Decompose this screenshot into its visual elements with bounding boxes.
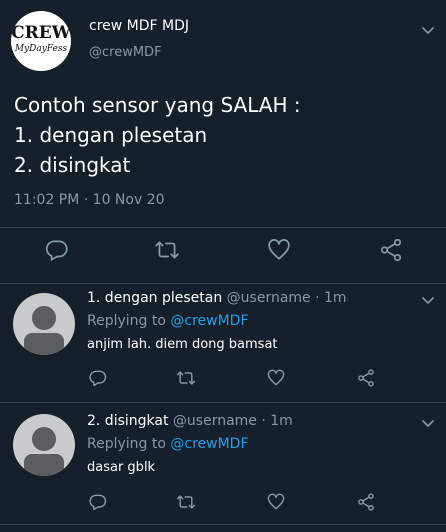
chevron-down-icon[interactable] [420,292,436,308]
replying-to-mention[interactable]: @crewMDF [170,436,248,452]
replying-to-mention[interactable]: @crewMDF [170,313,248,329]
replying-to-label: Replying to [87,313,166,329]
avatar[interactable]: CREW MyDayFess [11,11,71,71]
avatar-head-shape [32,306,56,330]
replying-to: Replying to @crewMDF [87,313,249,329]
share-icon[interactable] [356,492,376,512]
retweet-icon[interactable] [154,237,180,263]
reply-author-line: 2. disingkat @username · 1m [87,413,293,429]
avatar-body-shape [24,333,64,355]
reply-author-line: 1. dengan plesetan @username · 1m [87,290,347,306]
divider [0,524,446,525]
divider [0,283,446,284]
logo-text: CREW [11,23,71,43]
chevron-down-icon[interactable] [420,22,436,38]
reply-text: anjim lah. diem dong bamsat [87,337,278,352]
reply-icon[interactable] [44,237,70,263]
reply-time[interactable]: · 1m [261,413,292,429]
reply-author-name[interactable]: 2. disingkat [87,413,168,429]
divider [0,402,446,403]
replying-to-label: Replying to [87,436,166,452]
share-icon[interactable] [378,237,404,263]
chevron-down-icon[interactable] [420,415,436,431]
reply-icon[interactable] [88,492,108,512]
divider [0,227,446,228]
like-icon[interactable] [266,492,286,512]
avatar[interactable] [13,414,75,476]
reply-author-handle[interactable]: @username [227,290,311,306]
logo-subtext: MyDayFess [14,44,68,54]
author-handle[interactable]: @crewMDF [89,45,162,60]
reply-text: dasar gblk [87,460,156,475]
reply-time[interactable]: · 1m [315,290,346,306]
tweet-timestamp[interactable]: 11:02 PM · 10 Nov 20 [14,192,165,208]
avatar[interactable] [13,293,75,355]
avatar-head-shape [32,427,56,451]
reply-icon[interactable] [88,368,108,388]
retweet-icon[interactable] [176,492,196,512]
retweet-icon[interactable] [176,368,196,388]
share-icon[interactable] [356,368,376,388]
author-name[interactable]: crew MDF MDJ [89,18,189,34]
reply-author-name[interactable]: 1. dengan plesetan [87,290,222,306]
avatar-body-shape [24,454,64,476]
like-icon[interactable] [266,368,286,388]
reply-author-handle[interactable]: @username [173,413,257,429]
main-tweet: CREW MyDayFess crew MDF MDJ @crewMDF Con… [0,0,446,283]
replying-to: Replying to @crewMDF [87,436,249,452]
tweet-text: Contoh sensor yang SALAH : 1. dengan ple… [14,93,301,177]
like-icon[interactable] [266,237,292,263]
